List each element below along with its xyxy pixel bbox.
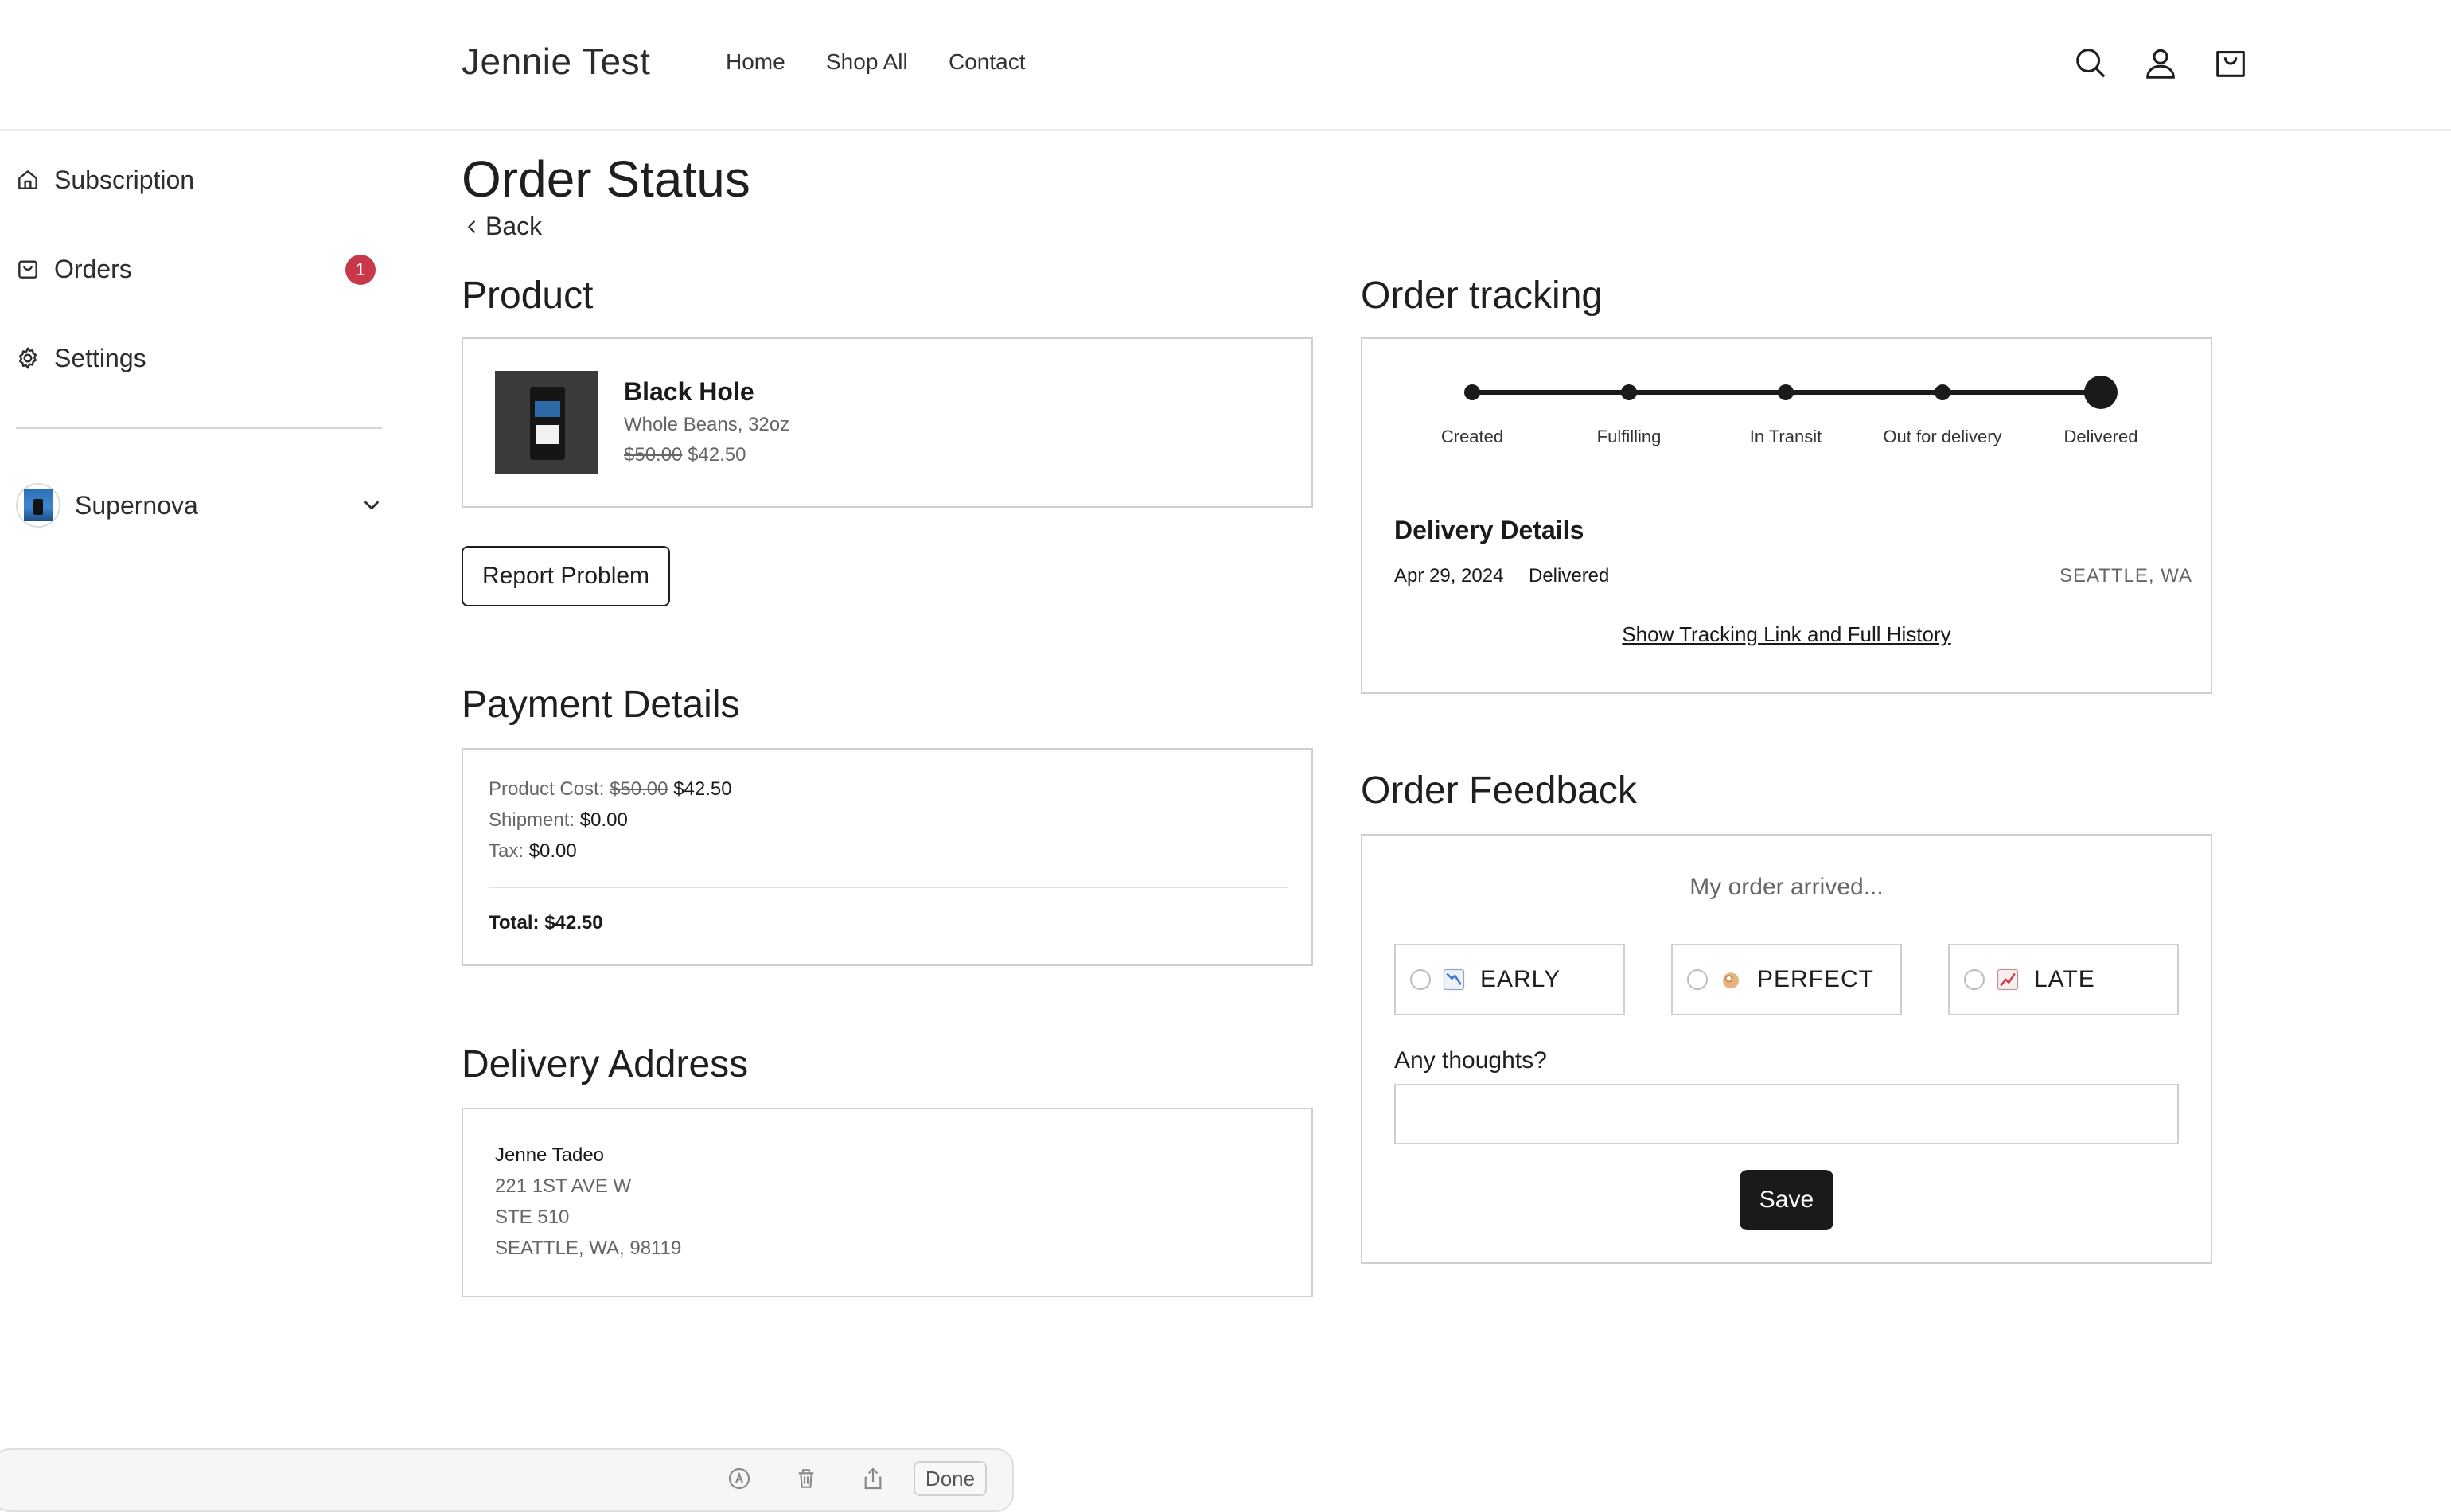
- sale-price: $42.50: [688, 444, 746, 466]
- product-variant: Whole Beans, 32oz: [624, 414, 790, 435]
- address-section-title: Delivery Address: [462, 1043, 749, 1085]
- tax-line: Tax: $0.00: [489, 840, 577, 863]
- address-city: SEATTLE, WA, 98119: [495, 1237, 682, 1259]
- sidebar-item-label: Subscription: [54, 165, 195, 194]
- thoughts-input[interactable]: [1394, 1084, 2179, 1144]
- nav-shop-all[interactable]: Shop All: [826, 49, 908, 75]
- store-title[interactable]: Jennie Test: [462, 40, 650, 83]
- delivery-status: Delivered: [1529, 565, 1610, 586]
- search-icon[interactable]: [2072, 45, 2109, 81]
- chart-increasing-icon: [1996, 968, 2020, 992]
- product-cost-original: $50.00: [610, 778, 668, 800]
- delivery-location: SEATTLE, WA: [2059, 565, 2193, 586]
- payment-divider: [489, 887, 1288, 888]
- bag-icon: [14, 255, 41, 283]
- subscription-name: Supernova: [75, 490, 198, 520]
- option-label: LATE: [2034, 966, 2095, 992]
- account-icon[interactable]: [2142, 45, 2179, 81]
- shipment-line: Shipment: $0.00: [489, 809, 628, 832]
- product-image: [495, 371, 598, 474]
- sidebar-item-orders[interactable]: Orders: [14, 245, 382, 293]
- product-cost-line: Product Cost: $50.00 $42.50: [489, 778, 732, 801]
- shipment-value: $0.00: [579, 809, 628, 831]
- sidebar-divider: [16, 427, 382, 429]
- delivery-date: Apr 29, 2024: [1394, 565, 1504, 586]
- nav-home[interactable]: Home: [726, 49, 785, 75]
- payment-total: Total: $42.50: [489, 912, 603, 933]
- payment-section-title: Payment Details: [462, 684, 740, 726]
- back-label: Back: [485, 212, 543, 240]
- chevron-down-icon: [360, 493, 384, 517]
- ok-hand-icon: [1719, 968, 1743, 992]
- delivery-details-title: Delivery Details: [1394, 516, 1584, 544]
- page-title: Order Status: [462, 150, 750, 208]
- tracking-step-dot: [1464, 384, 1480, 400]
- feedback-option-early[interactable]: EARLY: [1394, 944, 1625, 1015]
- tracking-step-dot: [1621, 384, 1637, 400]
- product-cost-label: Product Cost:: [489, 778, 605, 800]
- tracking-step-label: Delivered: [2063, 427, 2138, 446]
- product-section-title: Product: [462, 275, 594, 317]
- subscription-selector[interactable]: Supernova: [16, 481, 384, 530]
- markup-icon[interactable]: [727, 1466, 754, 1493]
- shipment-label: Shipment:: [489, 809, 575, 831]
- address-line-2: STE 510: [495, 1206, 570, 1228]
- product-price: $50.00 $42.50: [624, 444, 746, 466]
- chevron-left-icon: [468, 220, 475, 233]
- tracking-step-label: Out for delivery: [1883, 427, 2002, 446]
- product-cost-value: $42.50: [673, 778, 732, 800]
- done-button[interactable]: Done: [914, 1461, 987, 1496]
- address-name: Jenne Tadeo: [495, 1144, 605, 1166]
- tracking-step-dot: [1935, 384, 1950, 400]
- orders-count-badge: 1: [345, 255, 376, 285]
- sidebar-item-label: Orders: [54, 254, 132, 283]
- product-name: Black Hole: [624, 377, 754, 406]
- cart-icon[interactable]: [2212, 45, 2249, 81]
- report-problem-button[interactable]: Report Problem: [462, 546, 670, 606]
- share-icon[interactable]: [860, 1466, 887, 1493]
- address-card: [462, 1108, 1313, 1297]
- product-avatar: [16, 483, 60, 528]
- tracking-history-link[interactable]: Show Tracking Link and Full History: [1361, 622, 2212, 647]
- feedback-section-title: Order Feedback: [1361, 770, 1637, 812]
- gear-icon: [14, 345, 41, 372]
- tracking-step-label: In Transit: [1749, 427, 1822, 446]
- thoughts-label: Any thoughts?: [1394, 1047, 1547, 1074]
- tax-label: Tax:: [489, 840, 524, 862]
- option-label: PERFECT: [1757, 966, 1875, 992]
- radio-button[interactable]: [1410, 969, 1431, 990]
- radio-button[interactable]: [1964, 969, 1985, 990]
- feedback-option-perfect[interactable]: PERFECT: [1671, 944, 1902, 1015]
- nav-contact[interactable]: Contact: [949, 49, 1026, 75]
- option-label: EARLY: [1480, 966, 1561, 992]
- tracking-step-dot: [1778, 384, 1794, 400]
- back-link[interactable]: Back: [463, 212, 542, 241]
- feedback-prompt: My order arrived...: [1689, 874, 1884, 900]
- sidebar-item-label: Settings: [54, 343, 146, 372]
- address-line-1: 221 1ST AVE W: [495, 1175, 632, 1197]
- sidebar-item-subscription[interactable]: Subscription: [14, 156, 382, 204]
- original-price: $50.00: [624, 444, 683, 466]
- tracking-step-label: Created: [1440, 427, 1504, 446]
- tracking-step-dot-current: [2084, 376, 2118, 409]
- home-icon: [14, 166, 41, 193]
- chart-decreasing-icon: [1442, 968, 1466, 992]
- feedback-option-late[interactable]: LATE: [1948, 944, 2179, 1015]
- tracking-section-title: Order tracking: [1361, 275, 1603, 317]
- radio-button[interactable]: [1687, 969, 1708, 990]
- tracking-step-label: Fulfilling: [1596, 427, 1662, 446]
- trash-icon[interactable]: [793, 1466, 820, 1493]
- save-button[interactable]: Save: [1740, 1170, 1833, 1230]
- tax-value: $0.00: [528, 840, 577, 862]
- sidebar-item-settings[interactable]: Settings: [14, 334, 382, 382]
